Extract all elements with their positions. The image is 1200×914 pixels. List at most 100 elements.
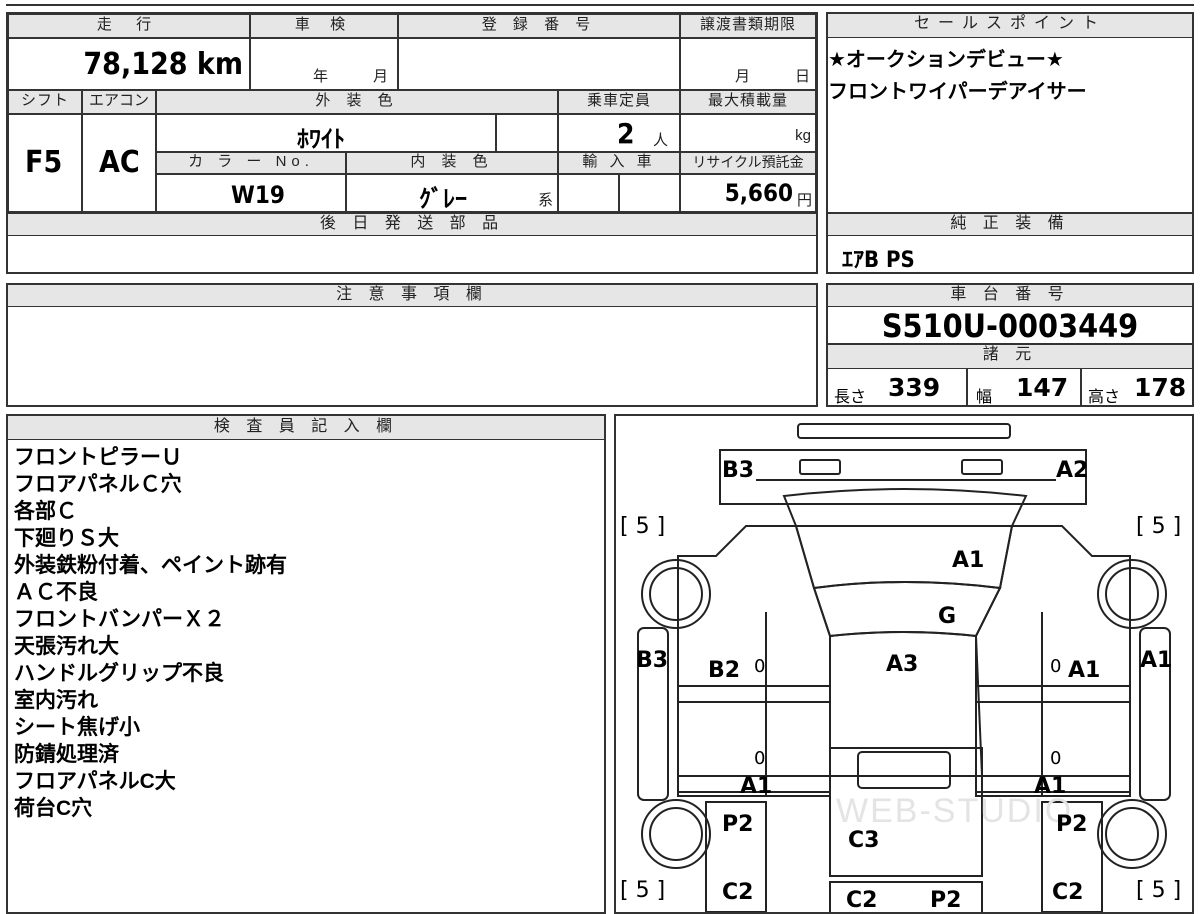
- mileage-value: 78,128 km: [83, 47, 243, 82]
- transfer-month: 月: [735, 68, 751, 85]
- inspection-year: 年: [313, 68, 329, 85]
- genuine-equipment-box: 純 正 装 備 ｴｱB PS: [826, 212, 1194, 274]
- inspector-line: 荷台C穴: [14, 797, 93, 820]
- exterior-color-cell: ﾎﾜｲﾄ: [156, 114, 496, 153]
- max-load-unit: kg: [795, 127, 811, 144]
- damage-label: G: [938, 604, 957, 629]
- inspection-header: 車 検: [250, 14, 398, 38]
- width-label: 幅: [976, 389, 993, 406]
- transfer-day: 日: [795, 68, 811, 85]
- top-strip: [6, 0, 1194, 6]
- import-cell-b: [619, 174, 680, 212]
- inspector-line: 下廻りＳ大: [14, 527, 119, 550]
- capacity-unit: 人: [653, 132, 669, 149]
- damage-label: A3: [886, 652, 919, 677]
- sales-point-line-1: ★オークションデビュー★: [828, 49, 1064, 71]
- capacity-header: 乗車定員: [558, 90, 680, 114]
- capacity-value: 2: [617, 117, 635, 150]
- inspector-line: 天張汚れ大: [14, 635, 119, 658]
- specs-divider-2: [1080, 369, 1082, 407]
- damage-label: P2: [1056, 812, 1088, 837]
- damage-label: C2: [846, 888, 878, 913]
- chassis-value: S510U-0003449: [881, 307, 1139, 345]
- interior-color-suffix: 系: [537, 192, 553, 209]
- max-load-cell: kg: [680, 114, 816, 152]
- specs-header: 諸 元: [828, 345, 1192, 369]
- length-label: 長さ: [834, 389, 867, 406]
- damage-label: A2: [1056, 458, 1089, 483]
- damage-label: B3: [636, 648, 669, 673]
- transfer-deadline-header: 譲渡書類期限: [680, 14, 816, 38]
- tire-rating: [ 5 ]: [620, 514, 666, 539]
- import-header: 輸 入 車: [558, 152, 680, 174]
- registration-cell: [398, 38, 680, 90]
- damage-label: B3: [722, 458, 755, 483]
- inspector-line: 各部Ｃ: [14, 500, 77, 523]
- sales-point-line-2: フロントワイパーデアイサー: [828, 81, 1087, 103]
- height-value: 178: [1134, 373, 1187, 402]
- inspector-line: フロアパネルＣ穴: [14, 473, 182, 496]
- recycle-header: リサイクル預託金: [680, 152, 816, 174]
- shift-value: F5: [25, 145, 63, 180]
- exterior-color-extra-cell: [496, 114, 558, 152]
- sales-points-header: セールスポイント: [828, 14, 1192, 38]
- inspector-line: フロアパネルC大: [14, 770, 176, 793]
- notes-box: 注 意 事 項 欄: [6, 283, 818, 407]
- sales-points-box: セールスポイント ★オークションデビュー★ フロントワイパーデアイサー: [826, 12, 1194, 214]
- transfer-deadline-cell: 月 日: [680, 38, 816, 90]
- inspector-lines: フロントピラーＵ フロアパネルＣ穴 各部Ｃ 下廻りＳ大 外装鉄粉付着、ペイント跡…: [14, 444, 287, 822]
- damage-label: C3: [848, 828, 880, 853]
- later-parts-box: 後 日 発 送 部 品: [6, 212, 818, 274]
- inspector-header: 検 査 員 記 入 欄: [8, 416, 604, 440]
- vehicle-info-table: 走 行 車 検 登 録 番 号 譲渡書類期限 78,128 km 年 月 月 日…: [6, 12, 818, 214]
- damage-label: A1: [1140, 648, 1173, 673]
- length-value: 339: [888, 373, 941, 402]
- exterior-color-value: ﾎﾜｲﾄ: [297, 125, 345, 153]
- damage-diagram-box: WEB-STUDIO B3 A2 [ 5 ] [ 5 ] A1 G A3 B3 …: [614, 414, 1194, 914]
- genuine-equipment-header: 純 正 装 備: [828, 214, 1192, 236]
- damage-label: C2: [1052, 880, 1084, 905]
- recycle-value: 5,660: [724, 179, 793, 207]
- color-no-header: カ ラ ー No.: [156, 152, 346, 174]
- inspector-line: 防錆処理済: [14, 743, 119, 766]
- inspector-line: ハンドルグリップ不良: [14, 662, 224, 685]
- later-parts-header: 後 日 発 送 部 品: [8, 214, 816, 236]
- interior-color-header: 内 装 色: [346, 152, 558, 174]
- damage-label: B2: [708, 658, 741, 683]
- ac-cell: AC: [82, 114, 156, 212]
- color-no-value: W19: [231, 181, 285, 209]
- shift-cell: F5: [8, 114, 82, 212]
- recycle-unit: 円: [796, 192, 812, 209]
- damage-label: A1: [740, 774, 773, 799]
- damage-label: A1: [952, 548, 985, 573]
- ac-header: エアコン: [82, 90, 156, 114]
- damage-label: P2: [930, 888, 962, 913]
- mileage-cell: 78,128 km: [8, 38, 250, 90]
- damage-label: 0: [754, 656, 766, 677]
- inspector-line: ＡＣ不良: [14, 581, 98, 604]
- inspector-line: フロントバンパーＸ２: [14, 608, 226, 631]
- inspector-line: フロントピラーＵ: [14, 446, 182, 469]
- inspector-line: 室内汚れ: [14, 689, 98, 712]
- color-no-cell: W19: [156, 174, 346, 212]
- damage-label: 0: [754, 748, 766, 769]
- specs-box: 諸 元 長さ 339 幅 147 高さ 178: [826, 343, 1194, 407]
- width-value: 147: [1016, 373, 1069, 402]
- interior-color-cell: ｸﾞﾚｰ 系: [346, 174, 558, 213]
- tire-rating: [ 5 ]: [1136, 878, 1182, 903]
- shift-header: シフト: [8, 90, 82, 114]
- damage-label: C2: [722, 880, 754, 905]
- damage-label: 0: [1050, 748, 1062, 769]
- damage-label: 0: [1050, 656, 1062, 677]
- tire-rating: [ 5 ]: [620, 878, 666, 903]
- exterior-color-header: 外 装 色: [156, 90, 558, 114]
- genuine-equipment-value: ｴｱB PS: [842, 248, 915, 273]
- interior-color-value: ｸﾞﾚｰ: [419, 185, 467, 213]
- chassis-box: 車 台 番 号 S510U-0003449: [826, 283, 1194, 345]
- specs-divider-1: [966, 369, 968, 407]
- ac-value: AC: [99, 145, 140, 180]
- damage-label: A1: [1034, 774, 1067, 799]
- registration-header: 登 録 番 号: [398, 14, 680, 38]
- inspection-month: 月: [373, 68, 389, 85]
- height-label: 高さ: [1088, 389, 1121, 406]
